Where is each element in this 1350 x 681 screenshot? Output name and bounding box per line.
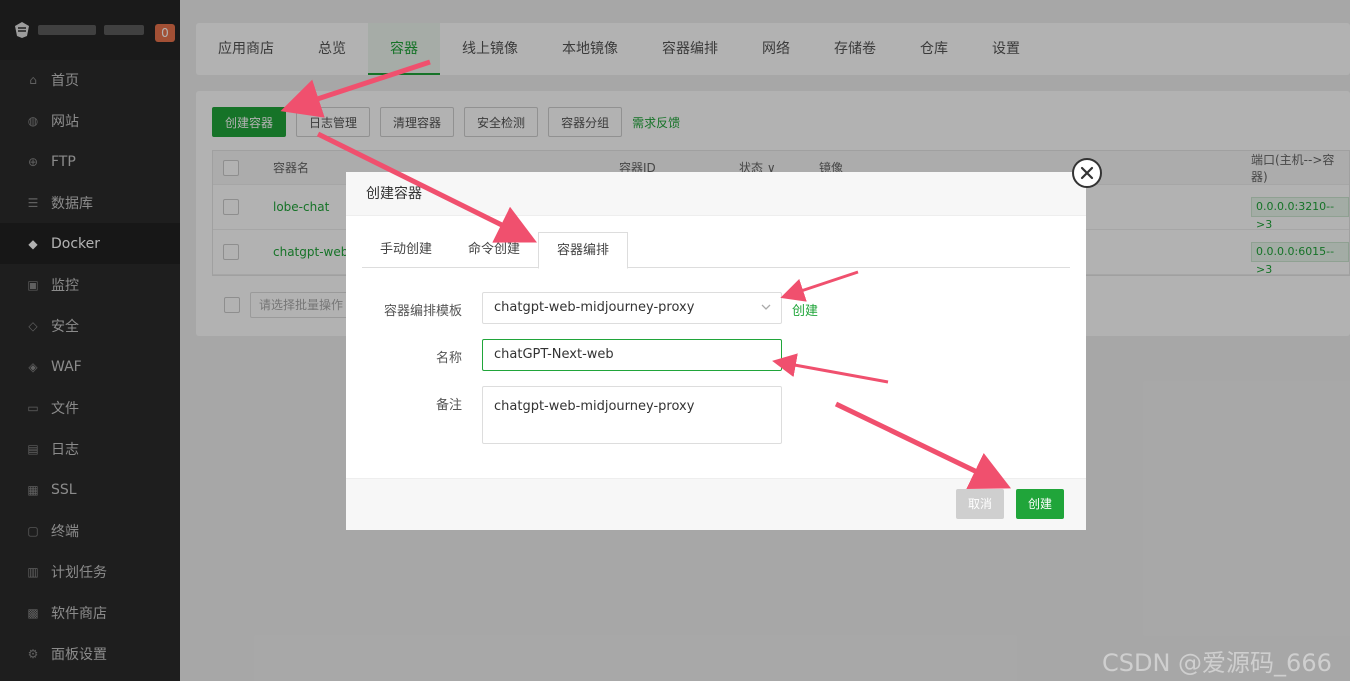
template-label: 容器编排模板 (383, 304, 462, 319)
remark-row: 备注 chatgpt-web-midjourney-proxy (346, 386, 782, 444)
tab-manual-create[interactable]: 手动创建 (362, 232, 450, 268)
confirm-create-button[interactable]: 创建 (1016, 489, 1065, 519)
tab-compose-create[interactable]: 容器编排 (538, 232, 629, 269)
remark-textarea[interactable]: chatgpt-web-midjourney-proxy (482, 386, 782, 444)
template-row: 容器编排模板 chatgpt-web-midjourney-proxy 创建 (346, 292, 818, 324)
name-input[interactable]: chatGPT-Next-web (482, 339, 782, 371)
dialog-tabs: 手动创建 命令创建 容器编排 (362, 232, 1070, 269)
chevron-down-icon (761, 304, 771, 310)
tab-command-create[interactable]: 命令创建 (450, 232, 538, 268)
template-select[interactable]: chatgpt-web-midjourney-proxy (482, 292, 782, 324)
name-row: 名称 chatGPT-Next-web (346, 339, 782, 371)
dialog-close-button[interactable] (1072, 158, 1102, 188)
template-value: chatgpt-web-midjourney-proxy (494, 300, 695, 315)
name-label: 名称 (435, 351, 462, 366)
remark-label: 备注 (435, 398, 462, 413)
close-icon (1080, 166, 1094, 180)
create-template-link[interactable]: 创建 (792, 292, 818, 319)
cancel-button[interactable]: 取消 (956, 489, 1005, 519)
dialog-footer: 取消 创建 (346, 478, 1086, 530)
create-container-dialog: 创建容器 手动创建 命令创建 容器编排 容器编排模板 chatgpt-web-m… (346, 172, 1086, 530)
watermark: CSDN @爱源码_666 (1102, 649, 1332, 677)
dialog-title: 创建容器 (346, 172, 1086, 216)
